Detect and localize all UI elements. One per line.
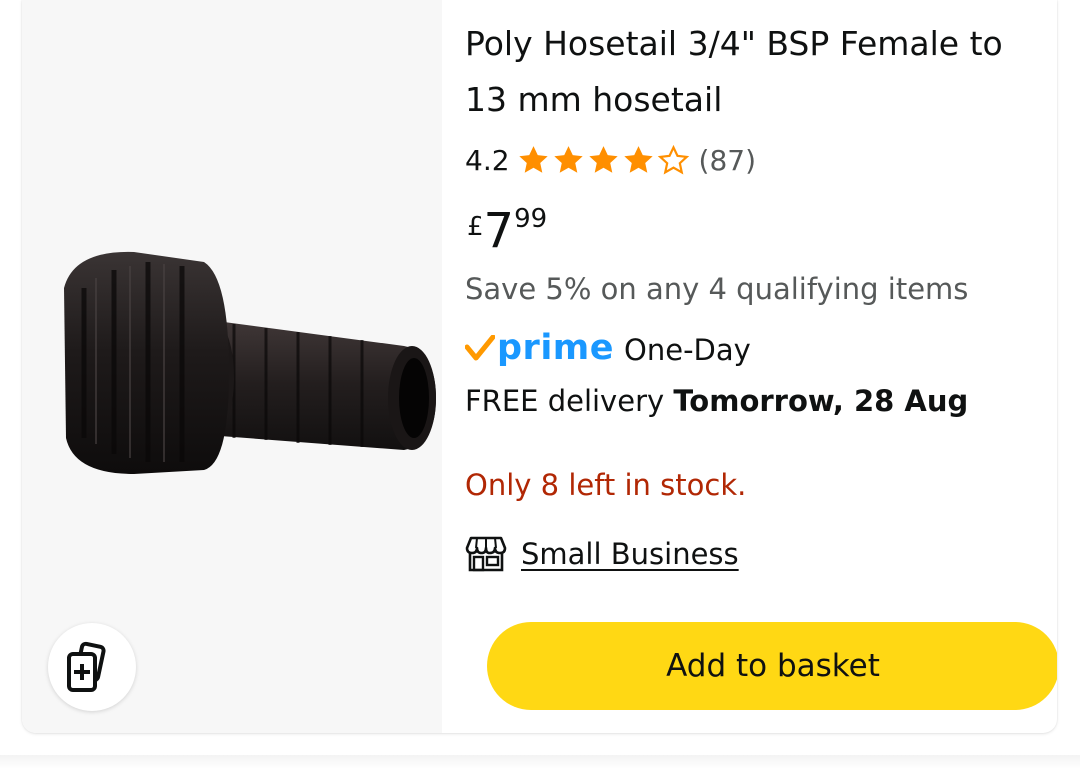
star-full-icon bbox=[553, 145, 583, 173]
product-title[interactable]: Poly Hosetail 3/4" BSP Female to 13 mm h… bbox=[465, 16, 1045, 128]
add-to-basket-button[interactable]: Add to basket bbox=[487, 622, 1057, 710]
stock-status: Only 8 left in stock. bbox=[465, 468, 747, 502]
prime-logo: prime bbox=[465, 328, 614, 368]
star-full-icon bbox=[518, 145, 548, 173]
add-to-compare-button[interactable] bbox=[48, 623, 136, 711]
product-image-pane[interactable] bbox=[22, 0, 442, 733]
price-fraction: 99 bbox=[514, 204, 548, 234]
storefront-icon bbox=[465, 536, 507, 572]
delivery-info: FREE delivery Tomorrow, 28 Aug bbox=[465, 384, 968, 418]
promotion-text: Save 5% on any 4 qualifying items bbox=[465, 272, 969, 306]
small-business-label[interactable]: Small Business bbox=[521, 537, 739, 571]
prime-check-icon bbox=[465, 335, 495, 361]
price: £ 7 99 bbox=[467, 198, 547, 268]
rating-value: 4.2 bbox=[465, 143, 510, 177]
product-image[interactable] bbox=[44, 248, 444, 478]
star-full-icon bbox=[623, 145, 653, 173]
small-business-badge[interactable]: Small Business bbox=[465, 530, 739, 578]
price-currency: £ bbox=[467, 212, 484, 242]
prime-logo-text: prime bbox=[497, 328, 615, 368]
add-to-compare-icon bbox=[67, 641, 106, 692]
price-whole: 7 bbox=[483, 203, 515, 259]
rating-row[interactable]: 4.2 (87) bbox=[465, 140, 756, 180]
rating-count[interactable]: (87) bbox=[699, 144, 756, 177]
prime-badge: prime One-Day bbox=[465, 324, 751, 372]
product-card[interactable]: Poly Hosetail 3/4" BSP Female to 13 mm h… bbox=[22, 0, 1057, 733]
star-empty-icon bbox=[657, 144, 689, 174]
delivery-date: Tomorrow, 28 Aug bbox=[673, 384, 969, 418]
delivery-prefix: FREE delivery bbox=[465, 384, 665, 418]
star-full-icon bbox=[588, 145, 618, 173]
card-separator bbox=[0, 755, 1080, 769]
prime-one-day-label: One-Day bbox=[624, 333, 751, 367]
star-rating[interactable] bbox=[516, 144, 691, 177]
